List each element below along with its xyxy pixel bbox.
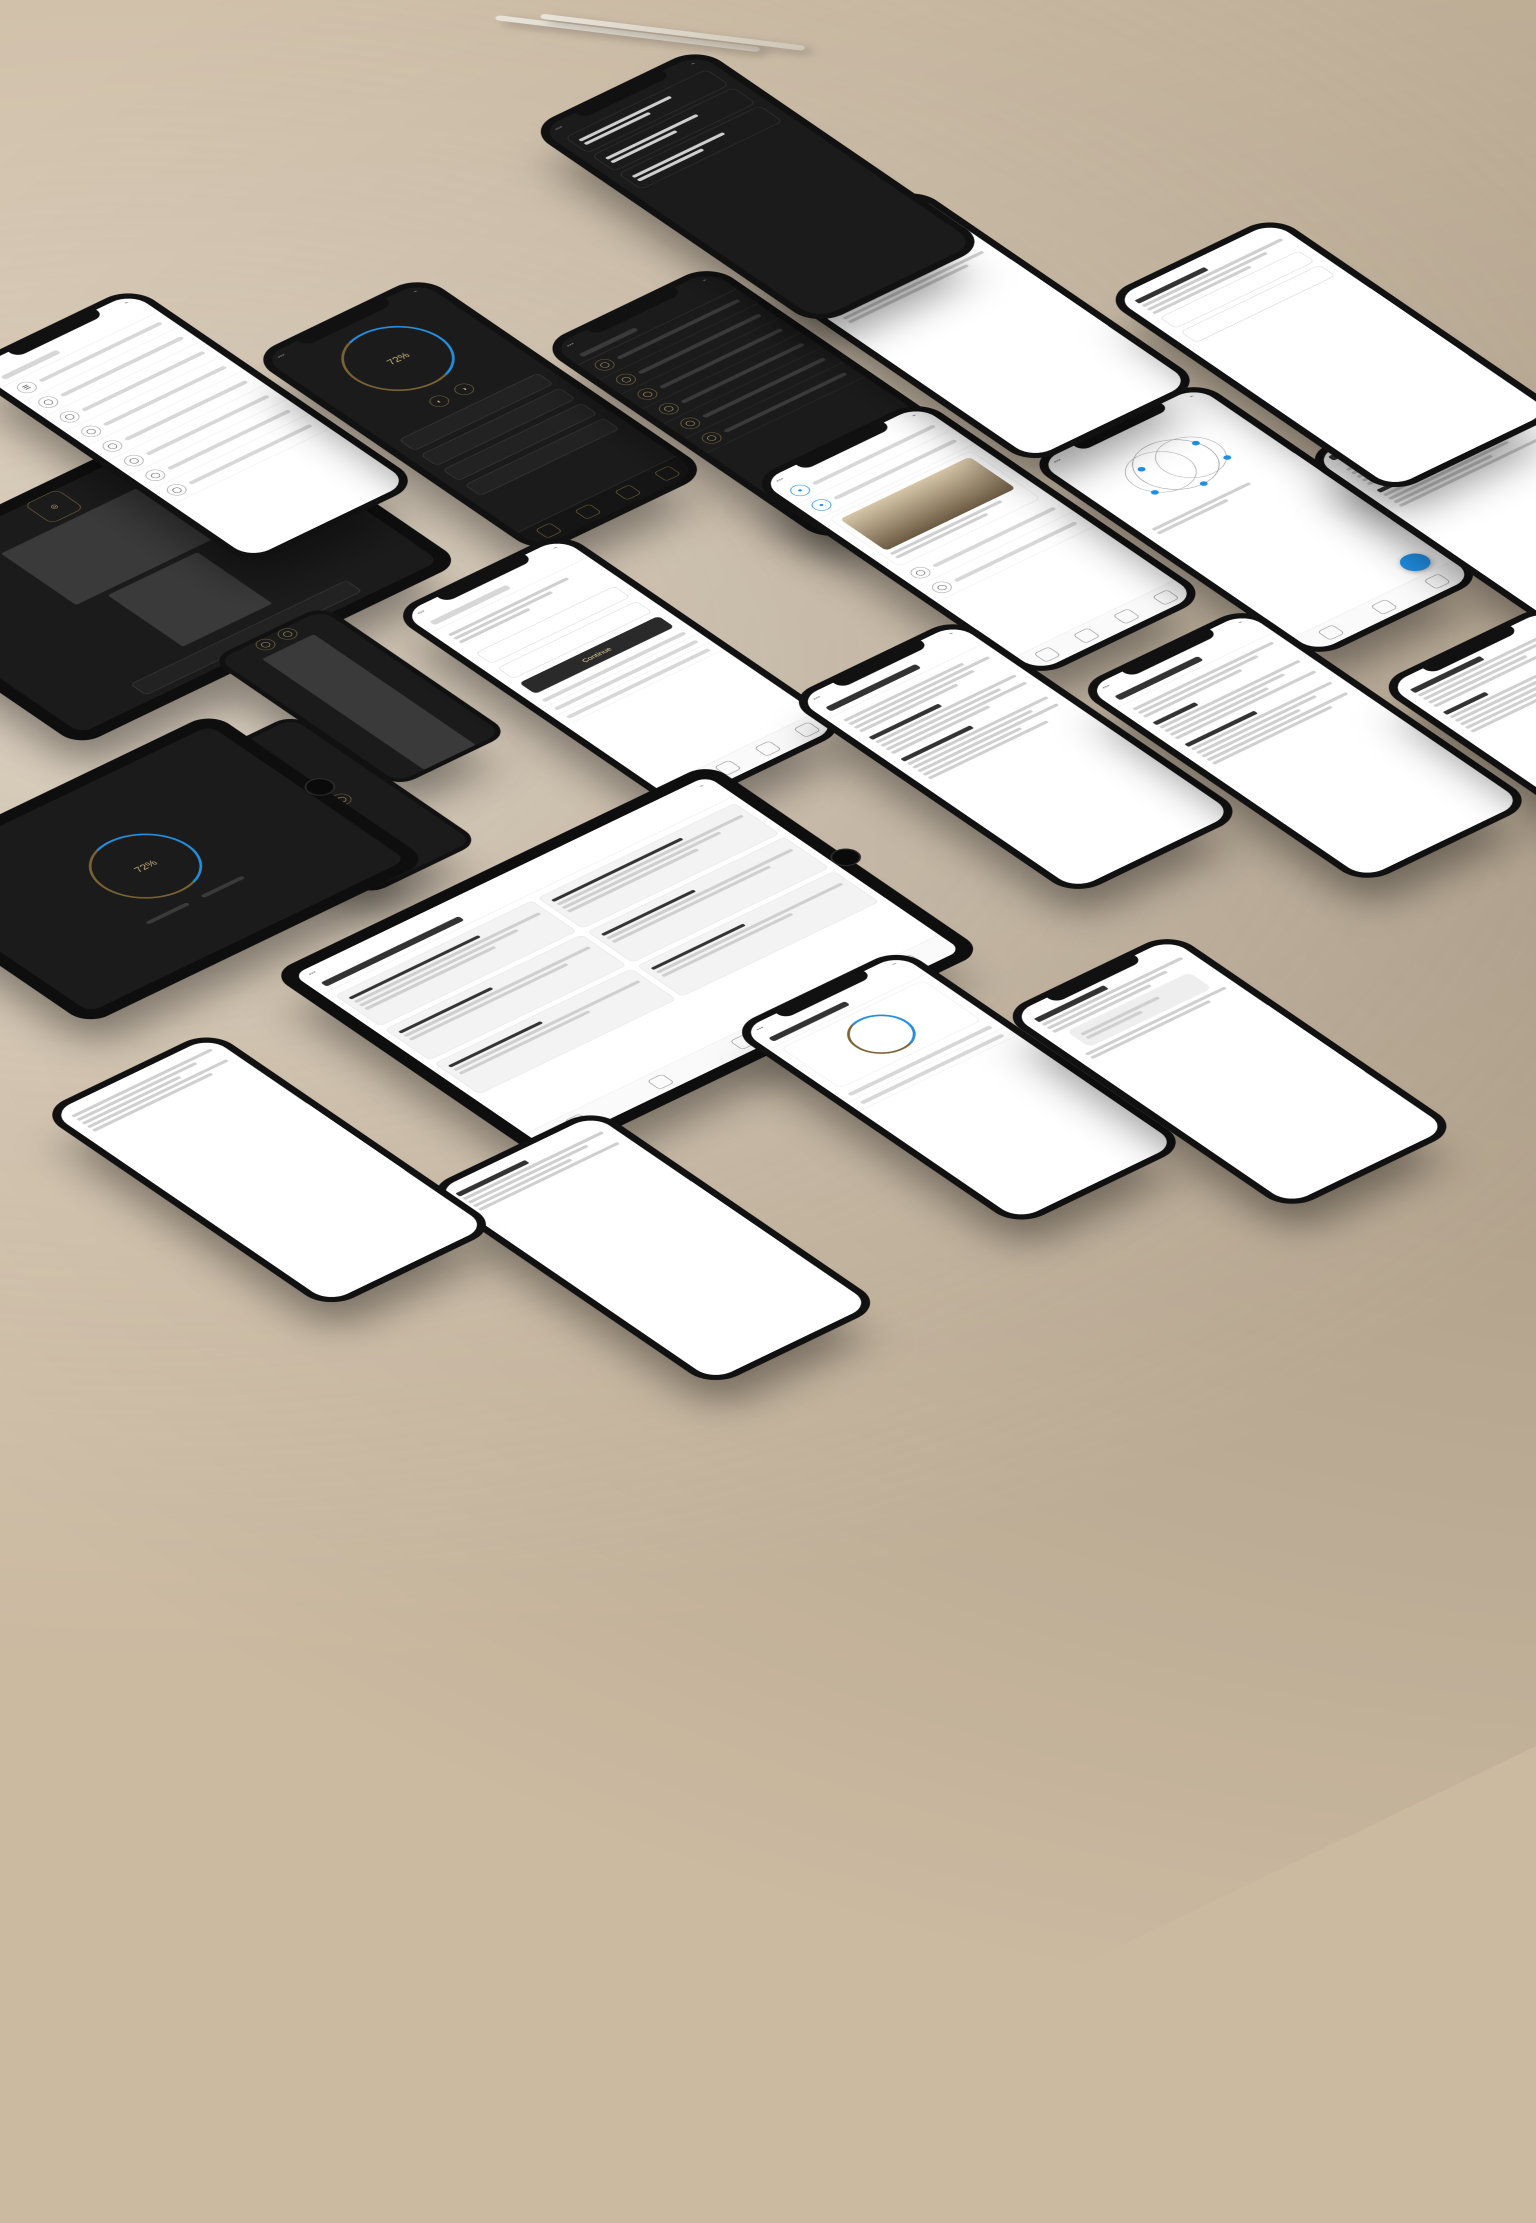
- home-button[interactable]: [824, 845, 867, 870]
- action-icon[interactable]: ◑: [450, 381, 478, 397]
- phone-edge-2: [38, 1030, 500, 1311]
- tab-icon[interactable]: [754, 741, 782, 757]
- tab-bar: [517, 456, 698, 548]
- circle-icon[interactable]: ◯: [252, 637, 280, 653]
- row-icon: ◯: [612, 371, 640, 387]
- tab-icon[interactable]: [1073, 628, 1101, 644]
- tab-icon[interactable]: [863, 492, 891, 508]
- stylus-2: [540, 14, 806, 51]
- phone-edge-1: [422, 1107, 884, 1388]
- tab-bar: [1293, 561, 1474, 653]
- tab-icon[interactable]: [943, 454, 971, 470]
- mini-ring: [833, 1007, 929, 1062]
- row-icon: ●: [786, 482, 814, 498]
- row-icon: ☰: [13, 379, 41, 395]
- tab-icon[interactable]: [1423, 573, 1451, 589]
- tab-icon[interactable]: [1370, 599, 1398, 615]
- tab-icon[interactable]: [535, 523, 563, 539]
- row-icon: ◯: [907, 565, 935, 581]
- screen: •••⌁: [798, 624, 1234, 890]
- phone-chart-bottom: •••⌁: [728, 947, 1190, 1228]
- tab-icon[interactable]: [614, 484, 642, 500]
- tab-icon[interactable]: [574, 504, 602, 520]
- row-icon: ◯: [591, 357, 619, 373]
- row-icon: ◯: [99, 438, 127, 454]
- ring-value: 72%: [69, 822, 221, 909]
- tab-icon[interactable]: [824, 511, 852, 527]
- tab-icon[interactable]: [1112, 608, 1140, 624]
- phone-article-1: •••⌁: [785, 616, 1247, 897]
- tab-icon[interactable]: [903, 473, 931, 489]
- phone-form: •••⌁ Continue: [389, 530, 851, 811]
- screen: [435, 1115, 871, 1381]
- notch: [833, 641, 928, 689]
- notch: [1122, 630, 1217, 678]
- screen: •••⌁: [540, 54, 976, 320]
- notch: [1423, 626, 1518, 674]
- row-icon: ◯: [633, 386, 661, 402]
- row-icon: ◯: [928, 579, 956, 595]
- row-icon: ◯: [34, 394, 62, 410]
- tab-icon[interactable]: [1033, 647, 1061, 663]
- tab-icon[interactable]: [714, 760, 742, 776]
- row-icon: ◯: [698, 430, 726, 446]
- tab-icon[interactable]: [1317, 624, 1345, 640]
- action-icon[interactable]: ◐: [425, 393, 453, 409]
- isometric-scene: ◎ •••⌁ ☰ ◯ ◯ ◯ ◯ ◯ ◯ ◯ •••⌁ 72%: [0, 0, 1536, 1641]
- stylus-1: [495, 15, 761, 52]
- screen: [755, 193, 1191, 459]
- screen: •••⌁ Continue: [402, 538, 838, 804]
- doc-cell[interactable]: [434, 969, 676, 1095]
- tab-icon[interactable]: [653, 465, 681, 481]
- row-icon: ◯: [77, 423, 105, 439]
- row-icon: ◯: [120, 453, 148, 469]
- tab-icon[interactable]: [1152, 589, 1180, 605]
- row-icon: ◯: [676, 415, 704, 431]
- tab-icon[interactable]: [793, 722, 821, 738]
- row-icon: ◯: [655, 401, 683, 417]
- screen: •••⌁: [293, 776, 961, 1149]
- row-icon: ◯: [56, 409, 84, 425]
- tool-icon[interactable]: [647, 1074, 675, 1090]
